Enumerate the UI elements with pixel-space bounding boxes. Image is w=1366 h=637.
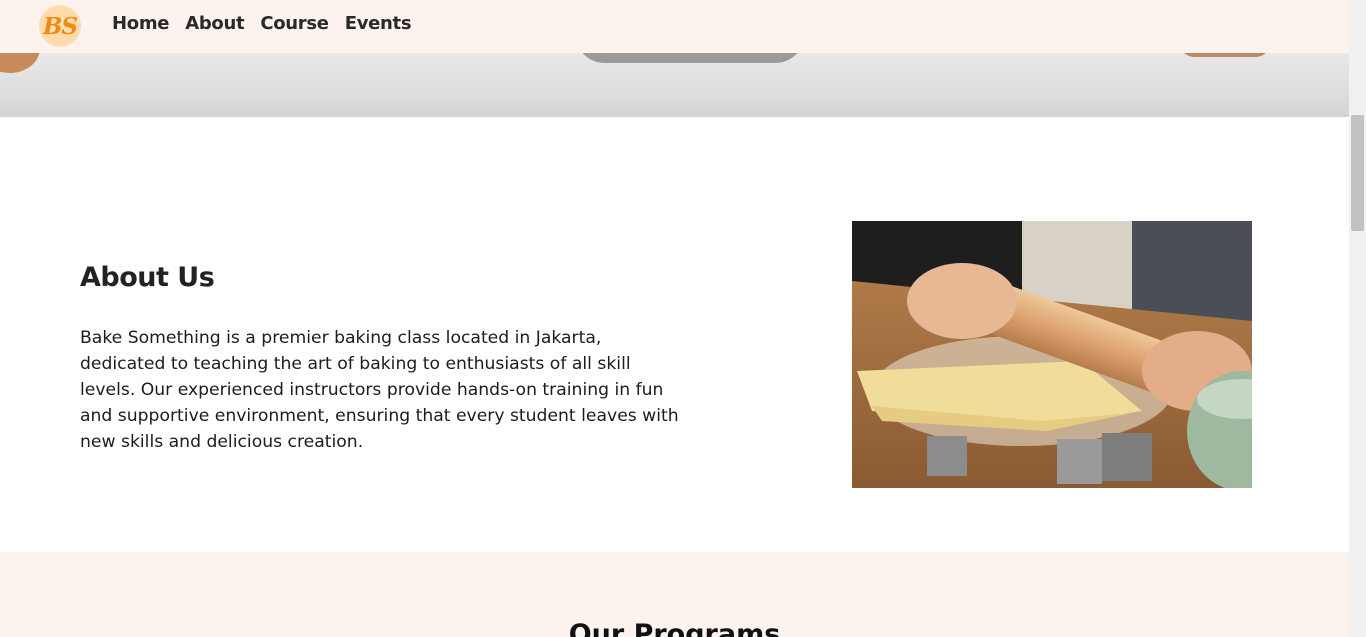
programs-section: Our Programs — [0, 552, 1349, 637]
scrollbar-thumb[interactable] — [1351, 115, 1364, 231]
nav-link-course[interactable]: Course — [260, 13, 329, 34]
hero-image-strip — [0, 53, 1349, 117]
about-section: About Us Bake Something is a premier bak… — [0, 117, 1349, 552]
about-heading: About Us — [80, 262, 215, 293]
hero-shape — [1180, 53, 1270, 57]
brand-logo[interactable]: BS — [39, 5, 81, 47]
hero-shape — [575, 53, 805, 63]
navbar: BS Home About Course Events — [0, 0, 1349, 53]
page-scrollbar[interactable] — [1349, 0, 1366, 637]
programs-heading: Our Programs — [568, 619, 781, 637]
nav-link-about[interactable]: About — [185, 13, 244, 34]
baking-photo-illustration — [852, 221, 1252, 488]
hero-shape — [0, 53, 40, 73]
nav-links: Home About Course Events — [112, 13, 412, 34]
nav-link-events[interactable]: Events — [345, 13, 412, 34]
about-photo — [852, 221, 1252, 488]
logo-text: BS — [42, 12, 78, 40]
about-description: Bake Something is a premier baking class… — [80, 328, 679, 452]
nav-link-home[interactable]: Home — [112, 13, 170, 34]
